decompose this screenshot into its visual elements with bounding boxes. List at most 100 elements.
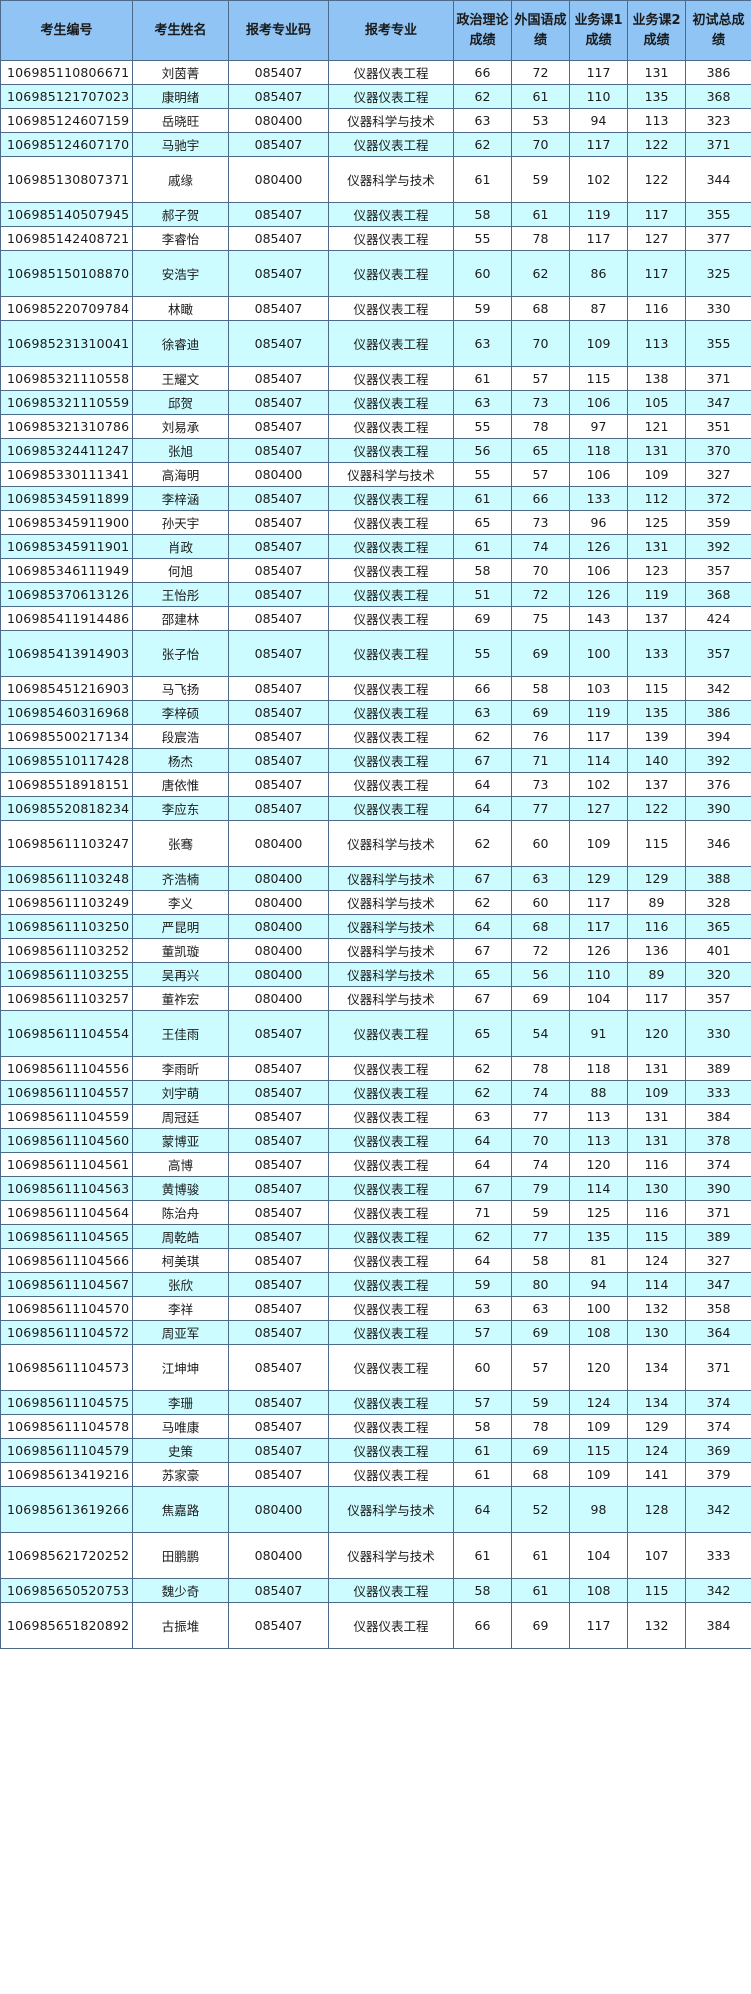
cell-total-score: 379 <box>685 1462 751 1487</box>
cell-subject1-score: 108 <box>569 1320 628 1345</box>
cell-foreign-language-score: 78 <box>511 226 570 251</box>
cell-subject1-score: 113 <box>569 1104 628 1129</box>
cell-subject2-score: 131 <box>627 438 686 463</box>
cell-candidate-id: 106985411914486 <box>0 606 133 631</box>
table-row: 106985220709784 林瞰 085407 仪器仪表工程 59 68 87 116 33… <box>0 296 751 321</box>
cell-candidate-id: 106985611104557 <box>0 1080 133 1105</box>
cell-subject1-score: 117 <box>569 1602 628 1649</box>
cell-candidate-name: 董凯璇 <box>132 938 229 963</box>
cell-total-score: 390 <box>685 1176 751 1201</box>
header-total-score: 初试总成绩 <box>685 0 751 61</box>
cell-candidate-id: 106985611104573 <box>0 1344 133 1391</box>
cell-total-score: 357 <box>685 630 751 677</box>
cell-major: 仪器仪表工程 <box>328 1224 454 1249</box>
cell-politics-score: 63 <box>453 700 512 725</box>
cell-total-score: 358 <box>685 1296 751 1321</box>
cell-total-score: 368 <box>685 84 751 109</box>
header-subject1-score: 业务课1成绩 <box>569 0 628 61</box>
cell-candidate-name: 周冠廷 <box>132 1104 229 1129</box>
header-row: 考生编号 考生姓名 报考专业码 报考专业 政治理论成绩 外国语成绩 业务课1成绩… <box>0 0 751 61</box>
cell-politics-score: 67 <box>453 1176 512 1201</box>
cell-candidate-name: 李义 <box>132 890 229 915</box>
cell-subject1-score: 119 <box>569 202 628 227</box>
cell-subject2-score: 116 <box>627 1200 686 1225</box>
cell-politics-score: 64 <box>453 1152 512 1177</box>
cell-major-code: 080400 <box>228 1486 329 1533</box>
cell-subject2-score: 124 <box>627 1438 686 1463</box>
cell-subject1-score: 109 <box>569 320 628 367</box>
cell-major-code: 080400 <box>228 462 329 487</box>
cell-candidate-id: 106985321310786 <box>0 414 133 439</box>
cell-total-score: 342 <box>685 676 751 701</box>
cell-subject1-score: 94 <box>569 1272 628 1297</box>
table-row: 106985611104572 周亚军 085407 仪器仪表工程 57 69 108 130… <box>0 1320 751 1345</box>
table-row: 106985345911900 孙天宇 085407 仪器仪表工程 65 73 96 125 3… <box>0 510 751 535</box>
cell-major: 仪器仪表工程 <box>328 320 454 367</box>
cell-subject1-score: 98 <box>569 1486 628 1533</box>
cell-subject1-score: 143 <box>569 606 628 631</box>
cell-foreign-language-score: 80 <box>511 1272 570 1297</box>
table-row: 106985370613126 王怡彤 085407 仪器仪表工程 51 72 126 119… <box>0 582 751 607</box>
table-row: 106985345911899 李梓涵 085407 仪器仪表工程 61 66 133 112… <box>0 486 751 511</box>
cell-candidate-id: 106985321110559 <box>0 390 133 415</box>
cell-candidate-name: 唐依惟 <box>132 772 229 797</box>
cell-total-score: 371 <box>685 1200 751 1225</box>
cell-subject2-score: 122 <box>627 156 686 203</box>
cell-major-code: 085407 <box>228 1438 329 1463</box>
cell-politics-score: 60 <box>453 1344 512 1391</box>
cell-politics-score: 69 <box>453 606 512 631</box>
cell-foreign-language-score: 78 <box>511 1414 570 1439</box>
table-row: 106985611104564 陈治舟 085407 仪器仪表工程 71 59 125 116… <box>0 1200 751 1225</box>
table-body: 106985110806671 刘茵菁 085407 仪器仪表工程 66 72 117 131… <box>0 60 751 1649</box>
table-row: 106985613619266 焦嘉路 080400 仪器科学与技术 64 52 98 128… <box>0 1486 751 1533</box>
cell-politics-score: 65 <box>453 1010 512 1057</box>
cell-subject2-score: 123 <box>627 558 686 583</box>
cell-total-score: 370 <box>685 438 751 463</box>
cell-major: 仪器仪表工程 <box>328 60 454 85</box>
cell-major: 仪器仪表工程 <box>328 1344 454 1391</box>
cell-candidate-name: 张旭 <box>132 438 229 463</box>
table-row: 106985613419216 苏家豪 085407 仪器仪表工程 61 68 109 141… <box>0 1462 751 1487</box>
cell-subject2-score: 133 <box>627 630 686 677</box>
cell-major-code: 080400 <box>228 986 329 1011</box>
table-row: 106985611104579 史策 085407 仪器仪表工程 61 69 115 124 3… <box>0 1438 751 1463</box>
cell-major: 仪器仪表工程 <box>328 1080 454 1105</box>
cell-subject1-score: 100 <box>569 630 628 677</box>
cell-subject2-score: 122 <box>627 796 686 821</box>
table-row: 106985611103247 张骞 080400 仪器科学与技术 62 60 109 115… <box>0 820 751 867</box>
cell-candidate-id: 106985121707023 <box>0 84 133 109</box>
cell-major: 仪器仪表工程 <box>328 1602 454 1649</box>
cell-subject2-score: 115 <box>627 1224 686 1249</box>
cell-candidate-id: 106985650520753 <box>0 1578 133 1603</box>
cell-foreign-language-score: 59 <box>511 1200 570 1225</box>
cell-subject1-score: 118 <box>569 438 628 463</box>
cell-candidate-name: 李珊 <box>132 1390 229 1415</box>
cell-subject2-score: 135 <box>627 84 686 109</box>
table-row: 106985611103257 董祚宏 080400 仪器科学与技术 67 69 104 11… <box>0 986 751 1011</box>
cell-major: 仪器仪表工程 <box>328 226 454 251</box>
cell-politics-score: 59 <box>453 296 512 321</box>
cell-foreign-language-score: 65 <box>511 438 570 463</box>
cell-major-code: 085407 <box>228 630 329 677</box>
cell-subject1-score: 126 <box>569 938 628 963</box>
cell-subject1-score: 119 <box>569 700 628 725</box>
cell-candidate-name: 张骞 <box>132 820 229 867</box>
cell-major-code: 080400 <box>228 962 329 987</box>
cell-total-score: 376 <box>685 772 751 797</box>
cell-total-score: 371 <box>685 1344 751 1391</box>
cell-candidate-id: 106985611104575 <box>0 1390 133 1415</box>
cell-candidate-name: 柯美琪 <box>132 1248 229 1273</box>
cell-candidate-name: 王佳雨 <box>132 1010 229 1057</box>
cell-major: 仪器仪表工程 <box>328 1056 454 1081</box>
cell-candidate-id: 106985611103257 <box>0 986 133 1011</box>
cell-total-score: 377 <box>685 226 751 251</box>
cell-major-code: 085407 <box>228 226 329 251</box>
cell-politics-score: 62 <box>453 1080 512 1105</box>
cell-foreign-language-score: 71 <box>511 748 570 773</box>
cell-major-code: 085407 <box>228 558 329 583</box>
cell-major-code: 085407 <box>228 486 329 511</box>
table-row: 106985346111949 何旭 085407 仪器仪表工程 58 70 106 123 3… <box>0 558 751 583</box>
cell-major: 仪器科学与技术 <box>328 820 454 867</box>
cell-foreign-language-score: 70 <box>511 558 570 583</box>
cell-candidate-name: 张欣 <box>132 1272 229 1297</box>
